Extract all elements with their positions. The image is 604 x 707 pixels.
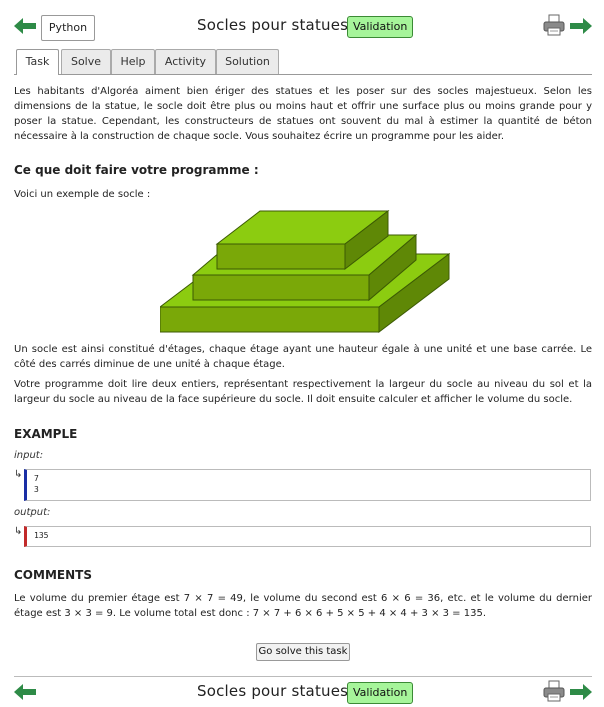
footer-validation-button[interactable]: Validation bbox=[347, 682, 414, 704]
tab-task[interactable]: Task bbox=[16, 49, 59, 75]
printer-icon[interactable] bbox=[543, 680, 565, 702]
go-solve-button[interactable]: Go solve this task bbox=[256, 643, 350, 661]
comments-heading: COMMENTS bbox=[14, 568, 92, 582]
validation-button[interactable]: Validation bbox=[347, 16, 414, 38]
tab-help[interactable]: Help bbox=[111, 49, 155, 74]
footer-title: Socles pour statues bbox=[197, 682, 349, 700]
output-value: 135 bbox=[34, 531, 49, 540]
tab-solution[interactable]: Solution bbox=[216, 49, 279, 74]
task-paragraph-3: Votre programme doit lire deux entiers, … bbox=[14, 379, 592, 405]
arrow-left-icon[interactable] bbox=[14, 684, 36, 700]
example-heading: EXAMPLE bbox=[14, 427, 78, 441]
corner-arrow-icon: ↳ bbox=[14, 526, 23, 537]
task-intro: Les habitants d'Algoréa aiment bien érig… bbox=[14, 86, 592, 142]
pedestal-illustration bbox=[160, 210, 450, 334]
tab-bar: Task Solve Help Activity Solution bbox=[14, 49, 592, 75]
printer-icon[interactable] bbox=[543, 14, 565, 36]
tab-activity[interactable]: Activity bbox=[155, 49, 216, 74]
output-label: output: bbox=[14, 507, 51, 518]
arrow-left-icon[interactable] bbox=[14, 18, 36, 34]
corner-arrow-icon: ↳ bbox=[14, 469, 23, 480]
page-title: Socles pour statues bbox=[197, 16, 349, 34]
input-box[interactable]: 7 3 bbox=[24, 469, 591, 501]
task-paragraph-2: Un socle est ainsi constitué d'étages, c… bbox=[14, 344, 592, 370]
section-heading: Ce que doit faire votre programme : bbox=[14, 163, 259, 177]
arrow-right-icon[interactable] bbox=[570, 684, 592, 700]
comments-text: Le volume du premier étage est 7 × 7 = 4… bbox=[14, 593, 592, 619]
input-line-1: 7 bbox=[34, 474, 39, 483]
output-box[interactable]: 135 bbox=[24, 526, 591, 547]
input-label: input: bbox=[14, 450, 44, 461]
language-button[interactable]: Python bbox=[41, 15, 95, 41]
input-line-2: 3 bbox=[34, 485, 39, 494]
footer-divider bbox=[14, 676, 592, 677]
arrow-right-icon[interactable] bbox=[570, 18, 592, 34]
tab-solve[interactable]: Solve bbox=[61, 49, 111, 74]
example-intro: Voici un exemple de socle : bbox=[14, 189, 151, 200]
